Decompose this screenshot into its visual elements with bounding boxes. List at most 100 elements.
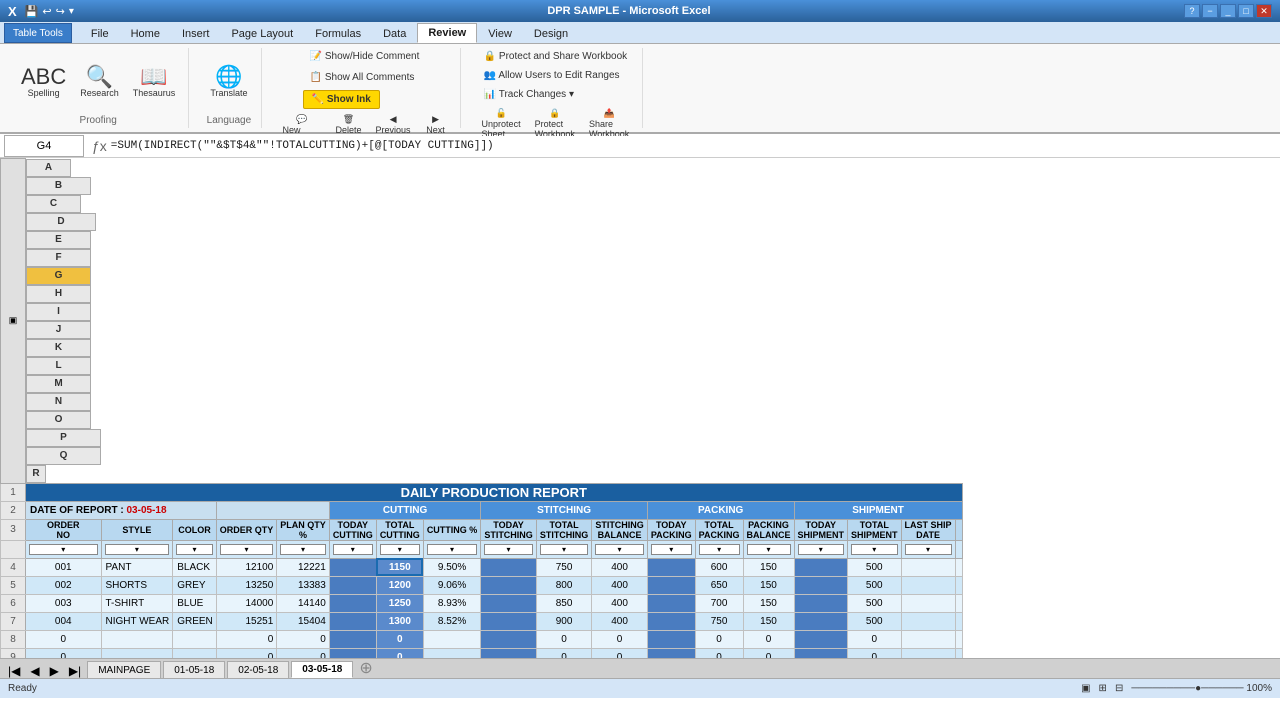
cell-total-cutting[interactable]: 1150 <box>376 558 423 576</box>
view-normal-icon[interactable]: ▣ <box>1081 683 1090 694</box>
tab-design[interactable]: Design <box>523 23 579 43</box>
cell-order-qty[interactable]: 14000 <box>216 594 277 612</box>
allow-users-edit-button[interactable]: 👥 Allow Users to Edit Ranges <box>477 67 627 84</box>
cell-pack-balance[interactable]: 0 <box>743 630 794 648</box>
cell-pack-balance[interactable]: 0 <box>743 648 794 658</box>
col-header-I[interactable]: I <box>26 303 91 321</box>
sheet-nav-next[interactable]: ▶ <box>46 664 63 678</box>
cell-total-cutting[interactable]: 0 <box>376 648 423 658</box>
col-header-L[interactable]: L <box>26 357 91 375</box>
col-header-H[interactable]: H <box>26 285 91 303</box>
filter-E[interactable]: ▾ <box>280 544 326 555</box>
cell-stitch-balance[interactable]: 400 <box>592 576 648 594</box>
select-all-button[interactable]: ▣ <box>1 159 26 484</box>
cell-total-shipment[interactable]: 500 <box>848 576 902 594</box>
cell-total-packing[interactable]: 0 <box>695 648 743 658</box>
cell-total-packing[interactable]: 700 <box>695 594 743 612</box>
sheet-nav-last[interactable]: ▶| <box>65 664 85 678</box>
cell-style[interactable]: T-SHIRT <box>101 594 173 612</box>
maximize-button[interactable]: □ <box>1238 4 1254 18</box>
sheet-tab-02-05-18[interactable]: 02-05-18 <box>227 661 289 678</box>
tab-data[interactable]: Data <box>372 23 417 43</box>
filter-G[interactable]: ▾ <box>380 544 420 555</box>
cell-plan-qty[interactable]: 15404 <box>277 612 330 630</box>
col-header-Q[interactable]: Q <box>26 447 101 465</box>
cell-total-shipment[interactable]: 500 <box>848 594 902 612</box>
formula-input[interactable] <box>111 136 1280 156</box>
cell-last-ship-date[interactable] <box>901 612 955 630</box>
cell-total-stitching[interactable]: 900 <box>536 612 592 630</box>
cell-plan-qty[interactable]: 13383 <box>277 576 330 594</box>
filter-D[interactable]: ▾ <box>220 544 274 555</box>
cell-today-cutting[interactable] <box>329 648 376 658</box>
cell-today-shipment[interactable] <box>794 576 848 594</box>
tab-view[interactable]: View <box>477 23 523 43</box>
cell-total-stitching[interactable]: 0 <box>536 648 592 658</box>
cell-pack-balance[interactable]: 150 <box>743 576 794 594</box>
tab-home[interactable]: Home <box>120 23 171 43</box>
cell-total-packing[interactable]: 0 <box>695 630 743 648</box>
cell-color[interactable] <box>173 630 217 648</box>
filter-I[interactable]: ▾ <box>484 544 533 555</box>
cell-last-ship-date[interactable] <box>901 558 955 576</box>
sheet-nav-first[interactable]: |◀ <box>4 664 24 678</box>
cell-today-packing[interactable] <box>647 576 695 594</box>
cell-plan-qty[interactable]: 12221 <box>277 558 330 576</box>
view-break-icon[interactable]: ⊟ <box>1115 683 1123 694</box>
cell-today-stitching[interactable] <box>481 612 537 630</box>
cell-total-packing[interactable]: 650 <box>695 576 743 594</box>
cell-last-ship-date[interactable] <box>901 594 955 612</box>
cell-style[interactable] <box>101 630 173 648</box>
cell-plan-qty[interactable]: 0 <box>277 648 330 658</box>
cell-cutting-pct[interactable] <box>423 630 481 648</box>
tab-page-layout[interactable]: Page Layout <box>220 23 304 43</box>
cell-order-no[interactable]: 0 <box>26 630 102 648</box>
cell-order-no[interactable]: 004 <box>26 612 102 630</box>
cell-today-stitching[interactable] <box>481 558 537 576</box>
col-header-J[interactable]: J <box>26 321 91 339</box>
col-header-P[interactable]: P <box>26 429 101 447</box>
filter-B[interactable]: ▾ <box>105 544 170 555</box>
show-ink-button[interactable]: ✏️ Show Ink <box>303 90 380 109</box>
quick-undo-icon[interactable]: ↩ <box>42 5 51 18</box>
cell-total-stitching[interactable]: 750 <box>536 558 592 576</box>
cell-today-packing[interactable] <box>647 594 695 612</box>
cell-color[interactable]: GREEN <box>173 612 217 630</box>
research-button[interactable]: 🔍 Research <box>75 63 124 101</box>
cell-total-shipment[interactable]: 500 <box>848 612 902 630</box>
cell-cutting-pct[interactable] <box>423 648 481 658</box>
cell-color[interactable]: BLACK <box>173 558 217 576</box>
cell-stitch-balance[interactable]: 0 <box>592 630 648 648</box>
filter-N[interactable]: ▾ <box>747 544 791 555</box>
translate-button[interactable]: 🌐 Translate <box>205 63 252 101</box>
cell-total-stitching[interactable]: 800 <box>536 576 592 594</box>
cell-order-qty[interactable]: 13250 <box>216 576 277 594</box>
col-header-B[interactable]: B <box>26 177 91 195</box>
cell-today-cutting[interactable] <box>329 558 376 576</box>
filter-M[interactable]: ▾ <box>699 544 740 555</box>
cell-order-qty[interactable]: 15251 <box>216 612 277 630</box>
cell-order-qty[interactable]: 0 <box>216 648 277 658</box>
cell-total-cutting[interactable]: 1300 <box>376 612 423 630</box>
cell-color[interactable] <box>173 648 217 658</box>
cell-today-shipment[interactable] <box>794 594 848 612</box>
col-header-D[interactable]: D <box>26 213 96 231</box>
cell-order-no[interactable]: 001 <box>26 558 102 576</box>
cell-last-ship-date[interactable] <box>901 630 955 648</box>
cell-stitch-balance[interactable]: 400 <box>592 612 648 630</box>
filter-H[interactable]: ▾ <box>427 544 478 555</box>
cell-last-ship-date[interactable] <box>901 576 955 594</box>
col-header-A[interactable]: A <box>26 159 71 177</box>
zoom-slider[interactable]: ─────────●────── 100% <box>1131 683 1272 694</box>
cell-stitch-balance[interactable]: 400 <box>592 558 648 576</box>
cell-today-stitching[interactable] <box>481 648 537 658</box>
cell-plan-qty[interactable]: 14140 <box>277 594 330 612</box>
cell-pack-balance[interactable]: 150 <box>743 558 794 576</box>
cell-order-qty[interactable]: 12100 <box>216 558 277 576</box>
cell-total-cutting[interactable]: 0 <box>376 630 423 648</box>
filter-K[interactable]: ▾ <box>595 544 644 555</box>
thesaurus-button[interactable]: 📖 Thesaurus <box>128 63 181 101</box>
protect-share-workbook-button[interactable]: 🔒 Protect and Share Workbook <box>477 48 634 65</box>
cell-color[interactable]: BLUE <box>173 594 217 612</box>
filter-P[interactable]: ▾ <box>851 544 898 555</box>
